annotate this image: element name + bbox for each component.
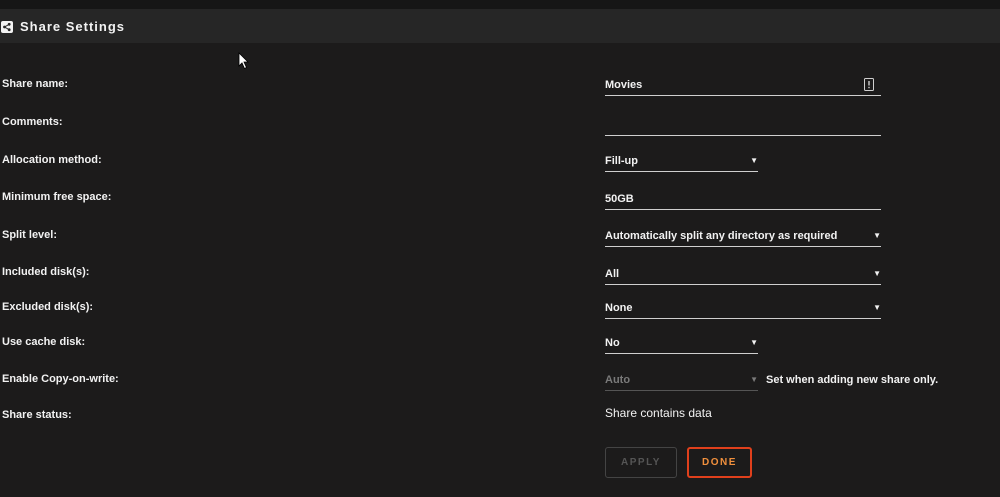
allocation-method-value: Fill-up — [605, 155, 638, 167]
included-disks-value: All — [605, 268, 620, 280]
allocation-method-select[interactable]: Fill-up ▼ — [605, 152, 758, 172]
share-status-value: Share contains data — [605, 406, 712, 420]
min-free-space-value: 50GB — [605, 193, 634, 205]
top-strip — [0, 0, 1000, 9]
split-level-select[interactable]: Automatically split any directory as req… — [605, 227, 881, 247]
share-name-input[interactable]: Movies — [605, 76, 881, 96]
allocation-method-label: Allocation method: — [2, 154, 102, 166]
share-icon — [1, 20, 13, 33]
mouse-cursor-icon — [238, 52, 249, 70]
share-settings-header: Share Settings — [0, 9, 1000, 43]
chevron-down-icon: ▼ — [873, 303, 881, 312]
split-level-value: Automatically split any directory as req… — [605, 230, 838, 242]
included-disks-select[interactable]: All ▼ — [605, 265, 881, 285]
apply-button[interactable]: APPLY — [605, 447, 677, 478]
page-title: Share Settings — [20, 18, 126, 34]
chevron-down-icon: ▼ — [873, 231, 881, 240]
chevron-down-icon: ▼ — [750, 338, 758, 347]
use-cache-disk-select[interactable]: No ▼ — [605, 334, 758, 354]
comments-label: Comments: — [2, 116, 63, 128]
done-button[interactable]: DONE — [687, 447, 752, 478]
copy-on-write-select: Auto ▼ — [605, 371, 758, 391]
chevron-down-icon: ▼ — [873, 269, 881, 278]
use-cache-disk-label: Use cache disk: — [2, 336, 86, 348]
comments-input[interactable] — [605, 116, 881, 136]
copy-on-write-note: Set when adding new share only. — [766, 374, 939, 386]
min-free-space-label: Minimum free space: — [2, 191, 112, 203]
share-name-value: Movies — [605, 79, 643, 91]
copy-on-write-label: Enable Copy-on-write: — [2, 373, 119, 385]
copy-on-write-value: Auto — [605, 374, 631, 386]
split-level-label: Split level: — [2, 229, 58, 241]
min-free-space-input[interactable]: 50GB — [605, 190, 881, 210]
share-name-label: Share name: — [2, 78, 69, 90]
share-status-label: Share status: — [2, 409, 72, 421]
chevron-down-icon: ▼ — [750, 156, 758, 165]
included-disks-label: Included disk(s): — [2, 266, 90, 278]
excluded-disks-value: None — [605, 302, 633, 314]
use-cache-disk-value: No — [605, 337, 620, 349]
chevron-down-icon: ▼ — [750, 375, 758, 384]
excluded-disks-label: Excluded disk(s): — [2, 301, 94, 313]
info-icon[interactable] — [864, 78, 874, 91]
excluded-disks-select[interactable]: None ▼ — [605, 299, 881, 319]
